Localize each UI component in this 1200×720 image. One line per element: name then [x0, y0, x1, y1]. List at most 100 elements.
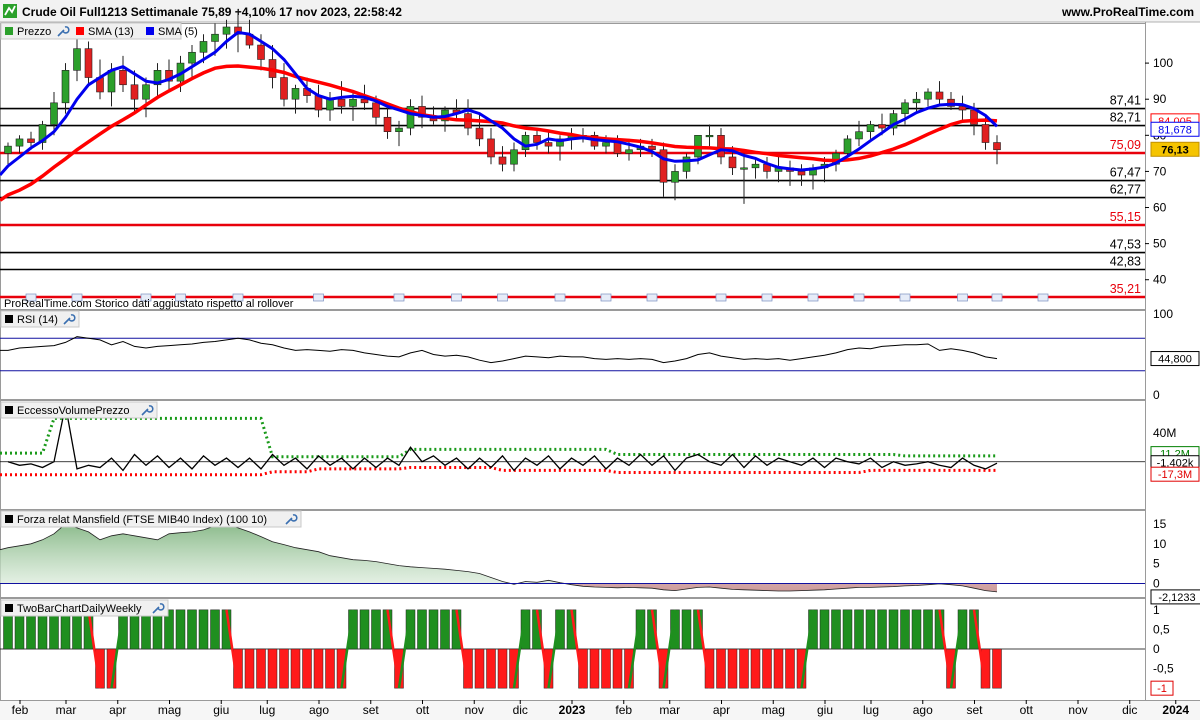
level-label: 47,53	[1110, 238, 1141, 252]
candle-body	[222, 26, 231, 35]
legend-twobar[interactable]: TwoBarChartDailyWeekly	[0, 599, 169, 617]
legend-mansfield[interactable]: Forza relat Mansfield (FTSE MIB40 Index)…	[0, 510, 302, 528]
candle-body	[682, 156, 691, 172]
price-tick-label: 100	[1153, 56, 1173, 70]
event-marker	[715, 293, 727, 302]
event-marker	[853, 293, 865, 302]
candle-body	[15, 138, 24, 147]
candle-body	[50, 102, 58, 125]
x-tick-label: ago	[913, 703, 933, 717]
x-tick-label: ago	[309, 703, 329, 717]
legend-evp[interactable]: EccessoVolumePrezzo	[0, 401, 158, 419]
candle-body	[280, 77, 288, 100]
candle-body	[4, 145, 12, 154]
twobar-green	[175, 609, 186, 650]
candle-body	[981, 124, 990, 143]
event-marker	[393, 293, 405, 302]
twobar-red	[992, 648, 1002, 689]
event-marker	[497, 293, 508, 302]
twobar-green	[854, 609, 864, 650]
candle-body	[740, 167, 748, 170]
legend-evp-label: EccessoVolumePrezzo	[17, 405, 130, 417]
rsi-tag-label: 44,800	[1158, 354, 1192, 366]
candle-body	[671, 171, 679, 183]
event-marker	[761, 293, 773, 302]
x-tick-label: mar	[659, 703, 680, 717]
event-marker	[313, 293, 324, 302]
level-label: 82,71	[1110, 111, 1141, 125]
candle-body	[84, 48, 93, 78]
candle-body	[360, 98, 369, 104]
x-tick-label: dic	[1122, 703, 1137, 717]
twobar-red	[612, 648, 623, 689]
candle-body	[751, 163, 760, 169]
twobar-green	[681, 609, 692, 650]
event-marker	[899, 293, 911, 302]
twobar-red	[750, 648, 761, 689]
x-tick-label: apr	[109, 703, 126, 717]
legend-rsi-label: RSI (14)	[17, 314, 58, 326]
candle-body	[27, 138, 35, 143]
candle-body	[728, 156, 737, 169]
legend-rsi[interactable]: RSI (14)	[0, 310, 80, 328]
level-label: 35,21	[1110, 282, 1141, 296]
x-tick-label: apr	[713, 703, 730, 717]
candle-body	[326, 98, 334, 111]
twobar-green	[865, 609, 876, 650]
twobar-red	[773, 648, 784, 689]
mansfield-tick-label: 0	[1153, 576, 1160, 590]
price-legend-icon	[5, 27, 13, 35]
x-tick-label: feb	[615, 703, 632, 717]
twobar-green	[198, 609, 209, 650]
twobar-green	[210, 609, 220, 650]
x-tick-label: lug	[259, 703, 275, 717]
candle-body	[924, 91, 932, 100]
rsi-tick-label: 100	[1153, 307, 1173, 321]
candle-body	[142, 84, 150, 100]
twobar-red	[486, 648, 496, 689]
x-tick-label: ott	[1020, 703, 1034, 717]
candle-body	[291, 88, 300, 100]
twobar-green	[842, 609, 853, 650]
candle-body	[533, 135, 541, 143]
legend-twobar-label: TwoBarChartDailyWeekly	[17, 603, 142, 615]
event-marker	[1037, 293, 1049, 302]
twobar-red	[727, 648, 738, 689]
twobar-green	[911, 609, 922, 650]
header-bar: Crude Oil Full1213 Settimanale 75,89 +4,…	[0, 0, 1200, 23]
level-label: 75,09	[1110, 138, 1141, 152]
chart-canvas: Crude Oil Full1213 Settimanale 75,89 +4,…	[0, 0, 1200, 720]
candle-body	[257, 44, 265, 60]
x-tick-label: giu	[817, 703, 833, 717]
x-tick-label: mag	[158, 703, 181, 717]
twobar-red	[589, 648, 600, 689]
twobar-green	[440, 609, 450, 650]
rsi-legend-icon	[5, 315, 13, 323]
twobar-green	[417, 609, 427, 650]
legend-sma5: SMA (5)	[158, 26, 198, 38]
event-marker	[807, 293, 819, 302]
candle-body	[717, 135, 725, 158]
twobar-green	[877, 609, 887, 650]
x-tick-label: set	[363, 703, 380, 717]
x-tick-label: 2024	[1162, 703, 1189, 717]
candle-body	[487, 138, 495, 158]
event-marker	[991, 293, 1003, 302]
price-tick-label: 90	[1153, 92, 1167, 106]
twobar-red	[716, 648, 726, 689]
twobar-legend-icon	[5, 604, 13, 612]
mansfield-tick-label: 15	[1153, 517, 1167, 531]
twobar-green	[831, 609, 841, 650]
x-tick-label: nov	[465, 703, 484, 717]
x-tick-label: nov	[1068, 703, 1087, 717]
x-axis: feb mar apr mag giu lug ago set ott nov dic 2023 feb…	[0, 700, 1200, 720]
candle-body	[843, 138, 852, 154]
price-tick-label: 70	[1153, 164, 1167, 178]
twobar-red	[302, 648, 312, 689]
candle-body	[510, 149, 518, 165]
mansfield-tag-label: -2,1233	[1158, 592, 1195, 604]
legend-prezzo: Prezzo	[17, 26, 51, 38]
evp-tag-label: -17,3M	[1158, 469, 1192, 481]
legend-price[interactable]: Prezzo SMA (13) SMA (5)	[0, 22, 198, 40]
twobar-green	[359, 609, 370, 650]
